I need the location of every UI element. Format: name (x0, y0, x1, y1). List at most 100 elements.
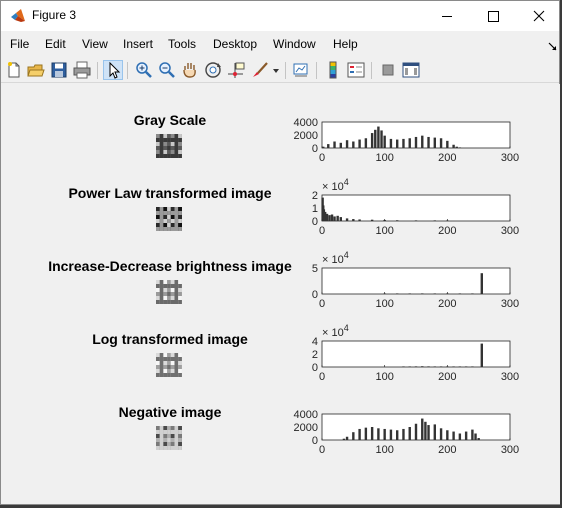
show-plot-tools-icon[interactable] (401, 60, 421, 80)
chevron-down-icon[interactable] (271, 60, 281, 80)
x-tick-label: 300 (501, 225, 519, 237)
histogram-bar (464, 431, 468, 440)
histogram-plot[interactable]: 0 100 200 300 0 1 2 × 104 (272, 173, 552, 248)
save-icon[interactable] (49, 60, 69, 80)
histogram-bar (427, 366, 430, 367)
menu-desktop[interactable]: Desktop (213, 37, 257, 51)
histogram-bar (327, 144, 330, 148)
x-tick-label: 200 (438, 152, 456, 164)
minimize-button[interactable] (424, 1, 470, 31)
histogram-bar (402, 366, 405, 367)
histogram-bar (427, 136, 430, 148)
figure-canvas[interactable]: Gray Scale 0 100 200 300 0 2000 4000 Power Law t… (2, 84, 560, 504)
data-cursor-icon[interactable] (226, 60, 246, 80)
menu-file[interactable]: File (10, 37, 29, 51)
y-tick-label: 4 (312, 336, 318, 348)
histogram-bar (471, 366, 474, 367)
histogram-bar (452, 144, 455, 148)
histogram-bar (408, 138, 411, 148)
brush-icon[interactable] (250, 60, 270, 80)
x-tick-label: 200 (438, 298, 456, 310)
histogram-bar (471, 293, 474, 294)
matlab-logo-icon (10, 8, 26, 24)
histogram-plot[interactable]: 0 100 200 300 0 2000 4000 (272, 100, 552, 175)
histogram-svg: 0 100 200 300 024 × 104 (312, 323, 519, 383)
y-tick-label: 0 (312, 435, 318, 447)
histogram-bar (433, 293, 436, 294)
menu-view[interactable]: View (82, 37, 108, 51)
histogram-bar (452, 366, 455, 367)
histogram-bar (370, 427, 374, 440)
figure-toolbar (1, 58, 559, 83)
histogram-bar (396, 430, 399, 440)
histogram-bar (345, 140, 349, 148)
print-icon[interactable] (72, 60, 92, 80)
histogram-bar (439, 366, 443, 367)
histogram-bar (374, 129, 377, 148)
histogram-bar (352, 141, 355, 148)
histogram-bar (358, 219, 361, 221)
menu-insert[interactable]: Insert (123, 37, 153, 51)
histogram-bar (333, 141, 336, 148)
y-tick-label: 0 (312, 362, 318, 374)
image-thumbnail (156, 134, 182, 158)
x-tick-label: 100 (375, 298, 393, 310)
x-tick-label: 100 (375, 444, 393, 456)
histogram-plot[interactable]: 0 100 200 300 0 2000 4000 (272, 392, 552, 467)
histogram-bar (439, 428, 443, 440)
dock-figure-icon[interactable] (548, 39, 558, 51)
x-tick-label: 200 (438, 371, 456, 383)
new-figure-icon[interactable] (4, 60, 24, 80)
x-tick-label: 0 (319, 371, 325, 383)
histogram-bar (433, 424, 436, 440)
y-tick-label: 2 (312, 349, 318, 361)
y-tick-label: 0 (312, 216, 318, 228)
title-bar[interactable]: Figure 3 (1, 1, 559, 31)
histogram-bar (421, 366, 424, 367)
histogram-plot[interactable]: 0 100 200 300 0 2 4 × 104 (272, 319, 552, 394)
image-thumbnail (156, 353, 182, 377)
maximize-button[interactable] (470, 1, 516, 31)
histogram-bar (458, 366, 462, 367)
figure-window: Figure 3 File Edit View Insert Tools Des… (0, 0, 560, 505)
histogram-bar (421, 135, 424, 148)
histogram-bar (396, 293, 399, 294)
histogram-plot[interactable]: 0 100 200 300 0 5 × 104 (272, 246, 552, 321)
menu-help[interactable]: Help (333, 37, 358, 51)
legend-icon[interactable] (346, 60, 366, 80)
histogram-bar (455, 146, 458, 148)
toolbar-separator (285, 62, 286, 79)
x-tick-label: 0 (319, 444, 325, 456)
x-tick-label: 300 (501, 444, 519, 456)
histogram-svg: 0 100 200 300 012 × 104 (312, 177, 519, 237)
histogram-bar (352, 219, 355, 221)
histogram-bar (421, 418, 424, 440)
pointer-icon[interactable] (103, 60, 123, 80)
histogram-bar (339, 142, 342, 148)
menu-tools[interactable]: Tools (168, 37, 196, 51)
histogram-bar (402, 138, 405, 148)
histogram-bar (464, 366, 468, 367)
histogram-bar (471, 429, 474, 440)
histogram-bar (433, 137, 436, 148)
close-button[interactable] (515, 1, 561, 31)
zoom-out-icon[interactable] (157, 60, 177, 80)
histogram-bar (414, 423, 418, 440)
link-plot-icon[interactable] (291, 60, 311, 80)
open-file-icon[interactable] (26, 60, 46, 80)
x-tick-label: 300 (501, 152, 519, 164)
histogram-bar (325, 213, 329, 221)
histogram-svg: 0 100 200 300 020004000 (294, 409, 520, 456)
histogram-bar (480, 343, 483, 367)
histogram-bar (458, 433, 462, 440)
hide-plot-tools-icon[interactable] (378, 60, 398, 80)
zoom-in-icon[interactable] (134, 60, 154, 80)
histogram-bar (342, 438, 346, 440)
pan-icon[interactable] (180, 60, 200, 80)
menu-edit[interactable]: Edit (45, 37, 66, 51)
x-tick-label: 100 (375, 152, 393, 164)
rotate-3d-icon[interactable] (203, 60, 223, 80)
colorbar-icon[interactable] (323, 60, 343, 80)
histogram-bar (427, 425, 430, 440)
menu-window[interactable]: Window (273, 37, 316, 51)
